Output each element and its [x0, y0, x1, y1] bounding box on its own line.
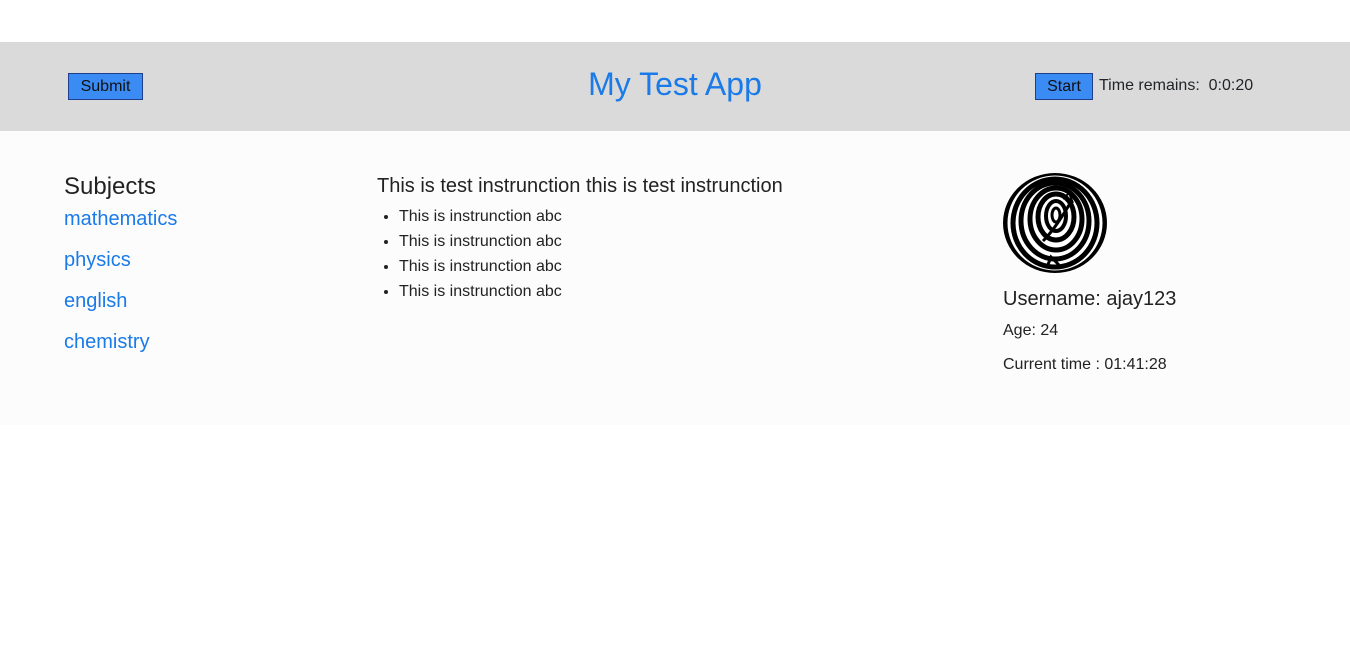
profile-panel: Username: ajay123 Age: 24 Current time :… — [1003, 171, 1303, 375]
username-label: Username: ajay123 — [1003, 288, 1177, 310]
page: Submit My Test App Start Time remains: 0… — [0, 0, 1350, 650]
instructions-list: This is instrunction abc This is instrun… — [377, 204, 783, 304]
subject-link-english[interactable]: english — [64, 289, 177, 313]
timer-label: Time remains: — [1099, 77, 1200, 94]
instruction-item: This is instrunction abc — [399, 254, 783, 279]
subjects-title: Subjects — [64, 173, 157, 200]
main-content: Subjects mathematics physics english che… — [0, 131, 1350, 425]
current-time-label: Current time : 01:41:28 — [1003, 356, 1167, 373]
fingerprint-avatar-icon — [1003, 173, 1107, 273]
subject-link-physics[interactable]: physics — [64, 248, 177, 272]
instructions-title: This is test instrunction this is test i… — [377, 175, 783, 197]
instructions-panel: This is test instrunction this is test i… — [377, 174, 783, 304]
timer: Time remains: 0:0:20 — [1099, 76, 1253, 96]
app-header: Submit My Test App Start Time remains: 0… — [0, 42, 1350, 131]
subject-link-mathematics[interactable]: mathematics — [64, 207, 177, 231]
instruction-item: This is instrunction abc — [399, 279, 783, 304]
start-button[interactable]: Start — [1035, 73, 1093, 100]
subjects-panel: Subjects mathematics physics english che… — [64, 173, 177, 371]
instruction-item: This is instrunction abc — [399, 229, 783, 254]
timer-value: 0:0:20 — [1208, 77, 1254, 94]
instruction-item: This is instrunction abc — [399, 204, 783, 229]
subject-link-chemistry[interactable]: chemistry — [64, 330, 177, 354]
age-label: Age: 24 — [1003, 322, 1059, 339]
